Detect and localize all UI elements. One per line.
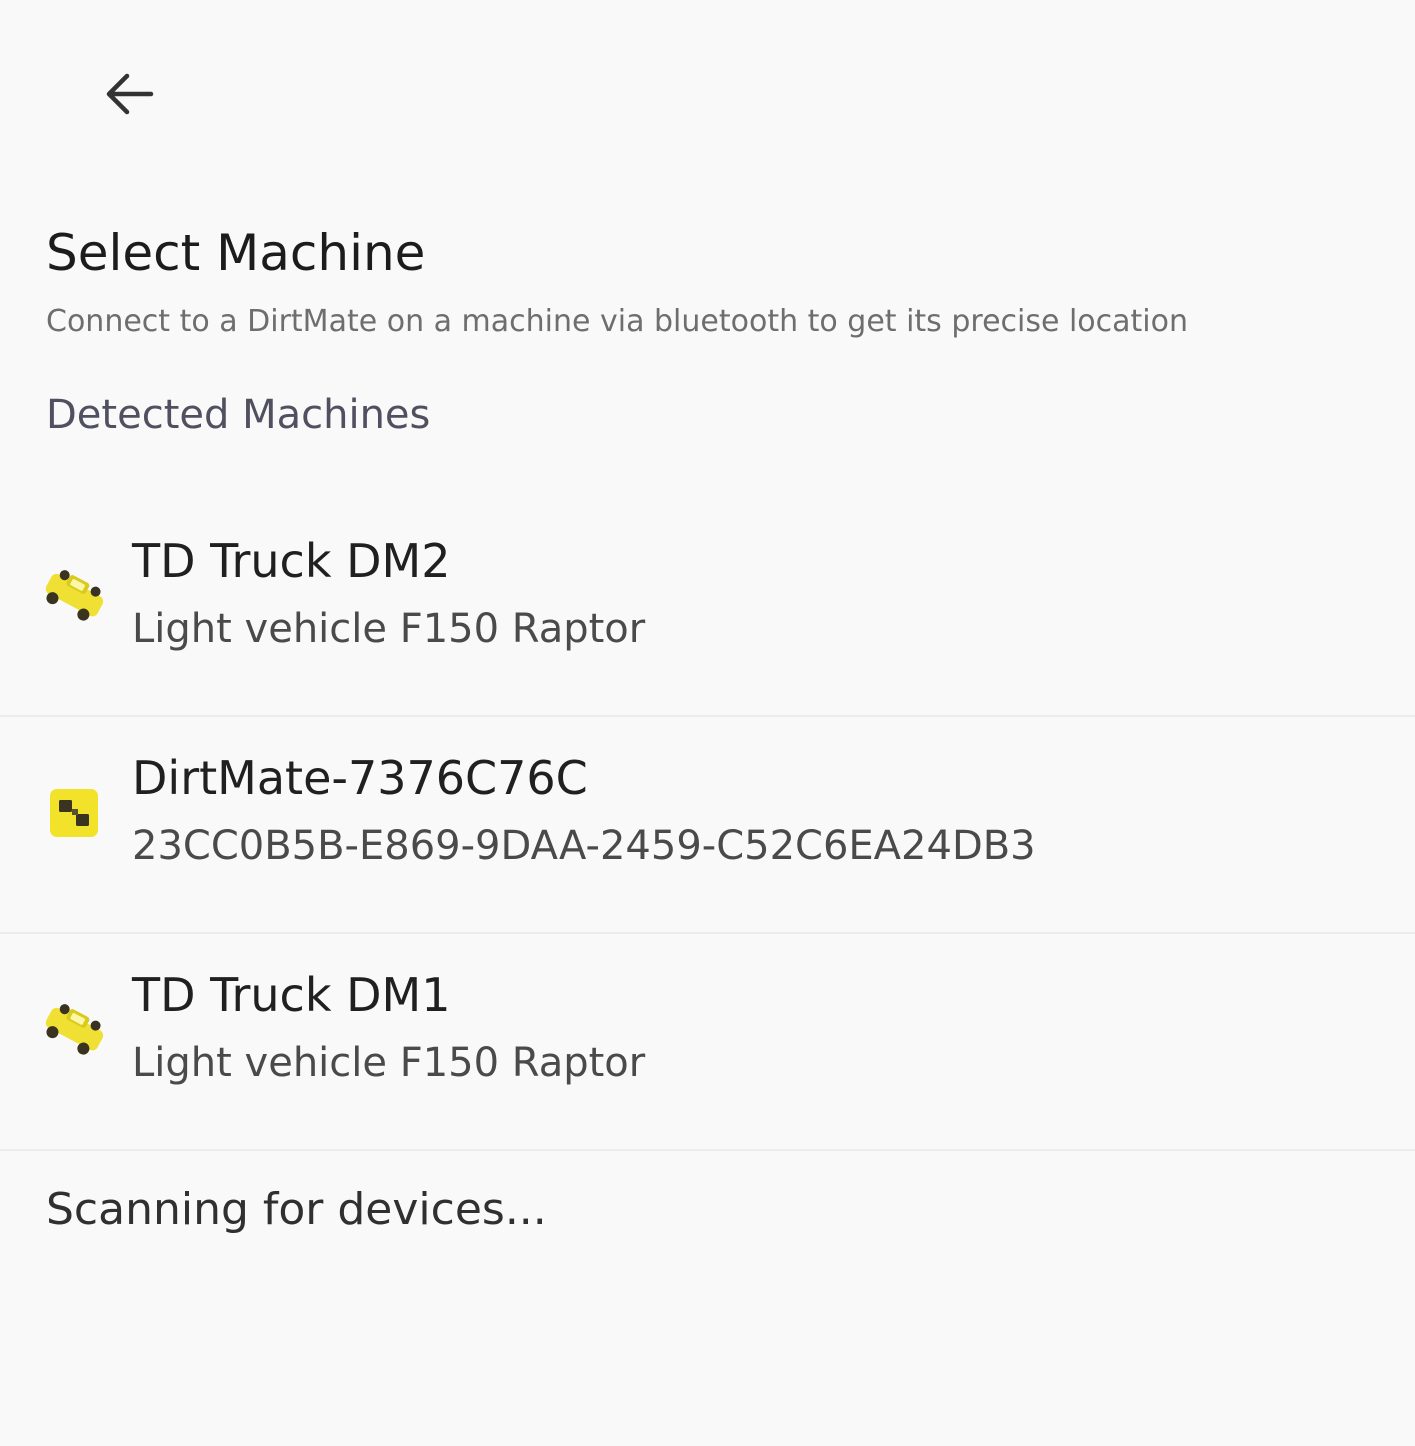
select-machine-screen: Select Machine Connect to a DirtMate on … [0,0,1415,1446]
truck-icon [38,994,110,1066]
machine-row-dirtmate-7376c76c[interactable]: DirtMate-7376C76C 23CC0B5B-E869-9DAA-245… [0,717,1415,934]
arrow-left-icon [103,72,155,120]
page-subtitle: Connect to a DirtMate on a machine via b… [46,304,1189,339]
dirtmate-device-icon [38,777,110,849]
machine-description: 23CC0B5B-E869-9DAA-2459-C52C6EA24DB3 [132,823,1036,869]
truck-icon [38,560,110,632]
machine-list: TD Truck DM2 Light vehicle F150 Raptor D… [0,500,1415,1151]
machine-row-td-truck-dm2[interactable]: TD Truck DM2 Light vehicle F150 Raptor [0,500,1415,717]
scanning-status: Scanning for devices... [46,1184,547,1235]
machine-name: DirtMate-7376C76C [132,751,588,805]
machine-name: TD Truck DM1 [132,968,451,1022]
machine-row-td-truck-dm1[interactable]: TD Truck DM1 Light vehicle F150 Raptor [0,934,1415,1151]
back-button[interactable] [96,66,162,126]
machine-description: Light vehicle F150 Raptor [132,1040,646,1086]
section-label-detected-machines: Detected Machines [46,392,431,438]
page-title: Select Machine [46,224,426,282]
machine-name: TD Truck DM2 [132,534,451,588]
machine-description: Light vehicle F150 Raptor [132,606,646,652]
